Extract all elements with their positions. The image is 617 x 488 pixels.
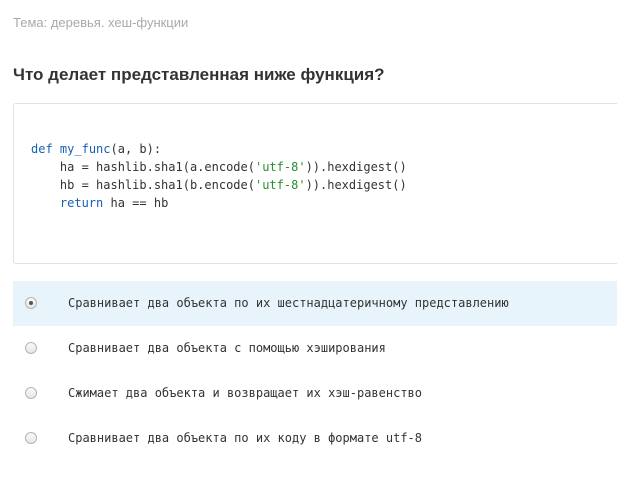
answer-option-4[interactable]: Сравнивает два объекта по их коду в форм…: [13, 416, 617, 461]
code-keyword-def: def: [31, 142, 53, 156]
answer-options: Сравнивает два объекта по их шестнадцате…: [13, 281, 617, 461]
code-line-3-end: )).hexdigest(): [305, 178, 407, 192]
code-text: def my_func(a, b): ha = hashlib.sha1(a.e…: [31, 140, 407, 212]
code-line-3-start: hb = hashlib.sha1(b.encode(: [59, 178, 255, 192]
code-string-1: 'utf-8': [254, 160, 306, 174]
answer-option-label: Сжимает два объекта и возвращает их хэш-…: [68, 386, 423, 400]
radio-button[interactable]: [25, 297, 37, 309]
code-line-2-start: ha = hashlib.sha1(a.encode(: [59, 160, 255, 174]
code-block: def my_func(a, b): ha = hashlib.sha1(a.e…: [13, 103, 617, 264]
code-return-expr: ha == hb: [110, 196, 169, 210]
code-string-2: 'utf-8': [254, 178, 306, 192]
radio-button[interactable]: [25, 387, 37, 399]
radio-button[interactable]: [25, 432, 37, 444]
answer-option-label: Сравнивает два объекта по их коду в форм…: [68, 431, 423, 445]
answer-option-label: Сравнивает два объекта по их шестнадцате…: [68, 296, 509, 310]
radio-dot: [29, 301, 33, 305]
question-title: Что делает представленная ниже функция?: [13, 65, 385, 84]
answer-option-3[interactable]: Сжимает два объекта и возвращает их хэш-…: [13, 371, 617, 416]
radio-button[interactable]: [25, 342, 37, 354]
code-function-name: my_func: [59, 142, 111, 156]
code-line-2-end: )).hexdigest(): [305, 160, 407, 174]
answer-option-2[interactable]: Сравнивает два объекта с помощью хэширов…: [13, 326, 617, 371]
code-keyword-return: return: [59, 196, 104, 210]
answer-option-1[interactable]: Сравнивает два объекта по их шестнадцате…: [13, 281, 617, 326]
answer-option-label: Сравнивает два объекта с помощью хэширов…: [68, 341, 386, 355]
code-params: (a, b):: [110, 142, 162, 156]
topic-label: Тема: деревья. хеш-функции: [13, 15, 189, 30]
